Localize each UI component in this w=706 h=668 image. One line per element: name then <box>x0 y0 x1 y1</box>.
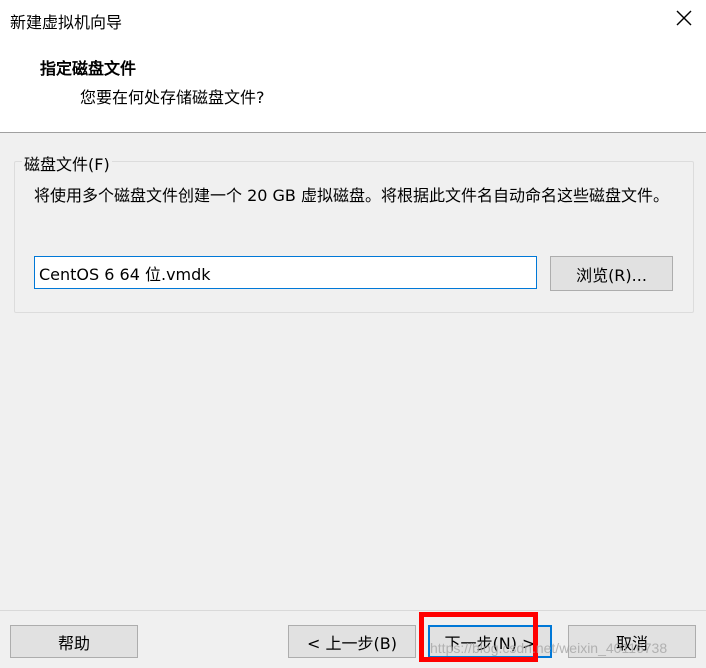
watermark-text: https://blog.csdn.net/weixin_40116738 <box>430 640 668 656</box>
disk-file-description: 将使用多个磁盘文件创建一个 20 GB 虚拟磁盘。将根据此文件名自动命名这些磁盘… <box>34 186 669 205</box>
page-heading: 指定磁盘文件 <box>40 59 137 78</box>
back-button[interactable]: < 上一步(B) <box>288 625 416 658</box>
help-button[interactable]: 帮助 <box>10 625 138 658</box>
page-subheading: 您要在何处存储磁盘文件? <box>80 88 265 107</box>
footer-divider <box>0 610 706 611</box>
disk-file-group-legend: 磁盘文件(F) <box>22 151 112 175</box>
wizard-header: 新建虚拟机向导 指定磁盘文件 您要在何处存储磁盘文件? <box>0 0 706 133</box>
window-title: 新建虚拟机向导 <box>10 13 123 32</box>
close-icon[interactable] <box>672 6 696 30</box>
browse-button[interactable]: 浏览(R)... <box>550 256 673 291</box>
disk-file-name-input[interactable] <box>34 256 537 289</box>
